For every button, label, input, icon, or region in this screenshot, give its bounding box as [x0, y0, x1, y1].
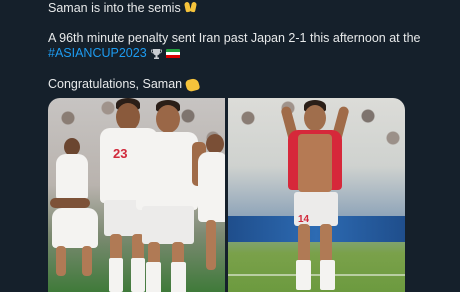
shirt-number-23: 23 — [113, 146, 128, 161]
media-photo-right[interactable]: 14 — [228, 98, 405, 292]
tweet-line-4: Congratulations, Saman — [48, 77, 201, 92]
tweet-line-1: Saman is into the semis — [48, 1, 197, 16]
trophy-icon — [150, 48, 162, 59]
tweet-media[interactable]: 23 14 — [48, 98, 405, 292]
tweet-line-1-text: Saman is into the semis — [48, 1, 181, 15]
tweet-line-3: #ASIANCUP2023 — [48, 46, 180, 61]
media-photo-left[interactable]: 23 — [48, 98, 225, 292]
hashtag-link[interactable]: #ASIANCUP2023 — [48, 46, 147, 61]
tweet-line-2: A 96th minute penalty sent Iran past Jap… — [48, 31, 421, 45]
pitch-line — [228, 274, 405, 276]
iran-flag-icon — [165, 48, 180, 59]
clapping-hands-icon — [184, 77, 201, 92]
tweet-line-4-text: Congratulations, Saman — [48, 77, 183, 91]
raised-hands-icon — [184, 1, 197, 13]
